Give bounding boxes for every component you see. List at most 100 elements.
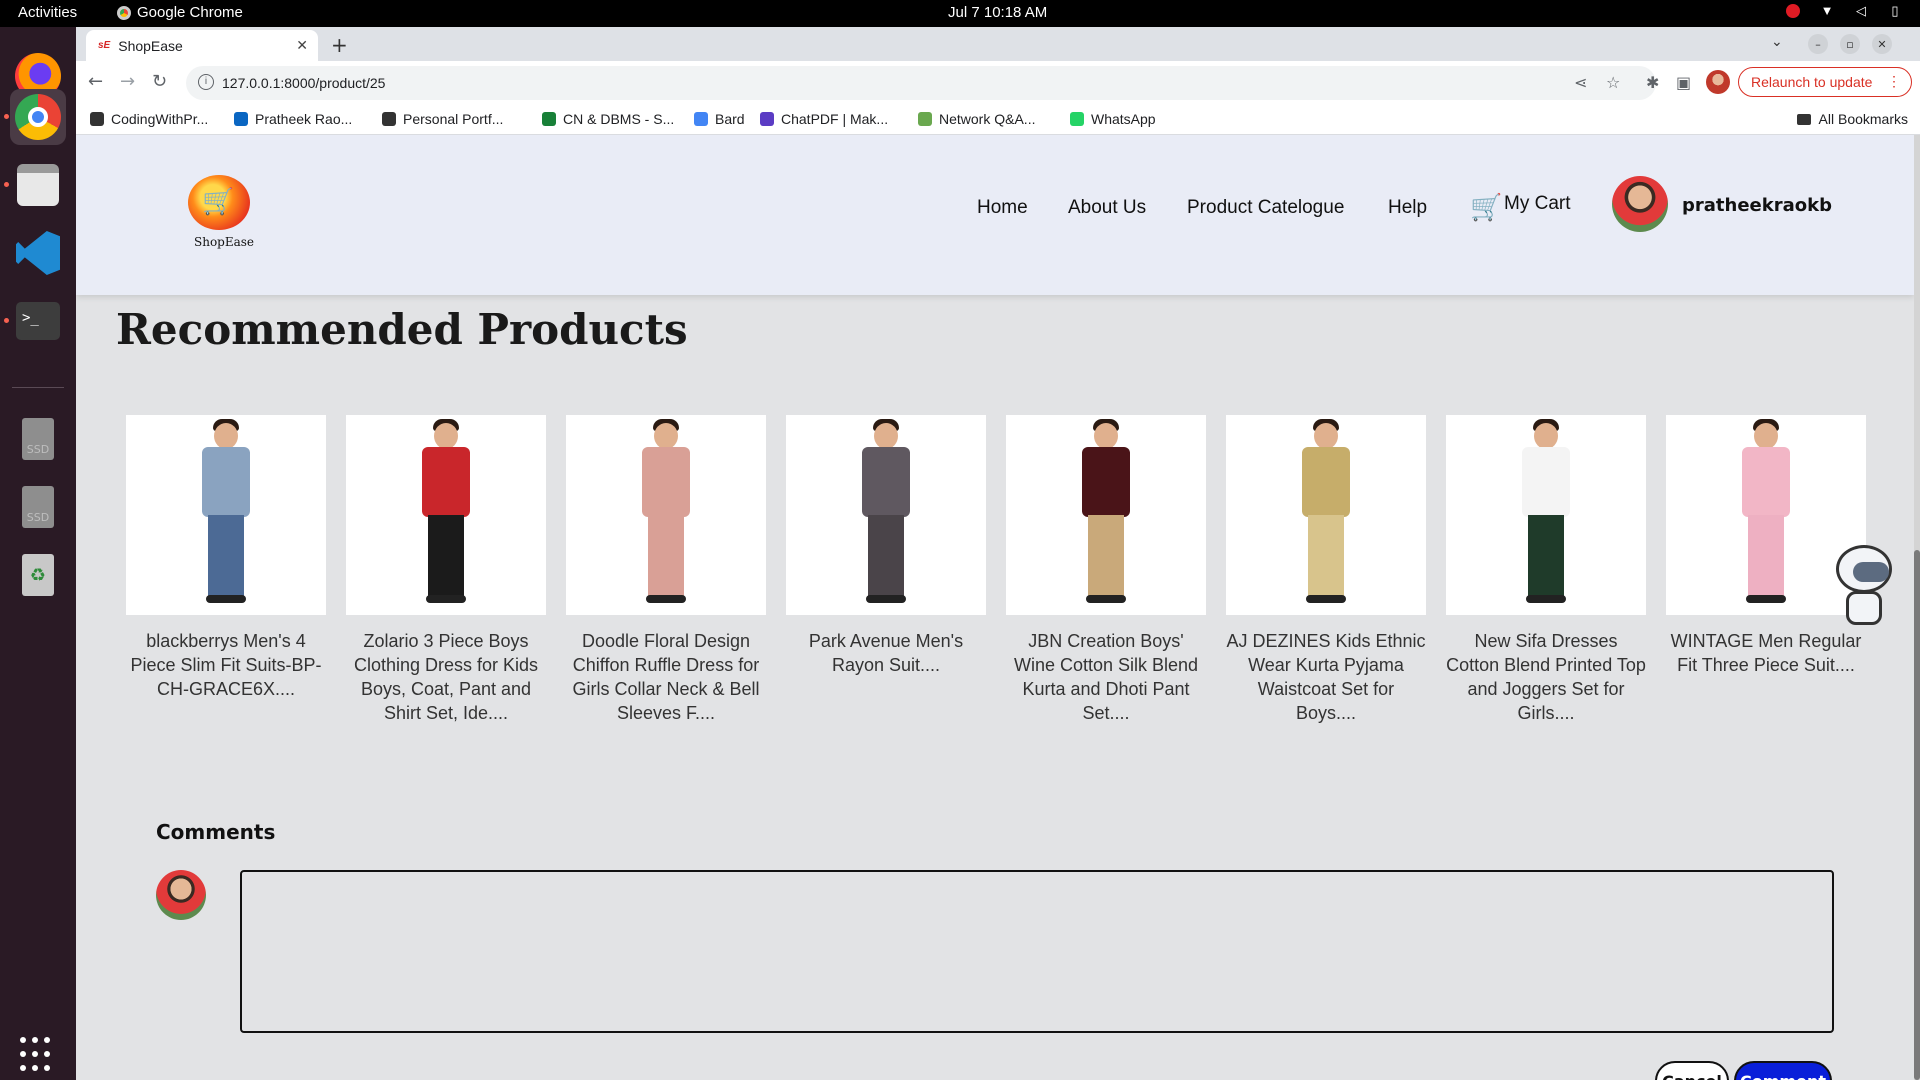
figure-torso — [202, 447, 250, 517]
bookmarks-bar: CodingWithPr... Pratheek Rao... Personal P… — [76, 105, 1920, 135]
close-window-icon[interactable]: ✕ — [1872, 34, 1892, 54]
comment-button[interactable]: Comment — [1734, 1061, 1832, 1080]
product-card[interactable]: blackberrys Men's 4 Piece Slim Fit Suits… — [126, 415, 326, 701]
all-bookmarks-label: All Bookmarks — [1818, 111, 1908, 127]
bookmark-favicon-icon — [694, 112, 708, 126]
dock: >_ SSD SSD ♻ — [0, 27, 76, 1080]
share-icon[interactable]: ⋖ — [1574, 73, 1587, 92]
product-image[interactable] — [566, 415, 766, 615]
product-name[interactable]: WINTAGE Men Regular Fit Three Piece Suit… — [1666, 629, 1866, 677]
minimize-icon[interactable]: – — [1808, 34, 1828, 54]
figure-legs — [1748, 515, 1784, 597]
bookmark-item[interactable]: WhatsApp — [1070, 111, 1156, 127]
product-name[interactable]: blackberrys Men's 4 Piece Slim Fit Suits… — [126, 629, 326, 701]
cancel-button[interactable]: Cancel — [1655, 1061, 1729, 1080]
product-card[interactable]: Park Avenue Men's Rayon Suit.... — [786, 415, 986, 677]
product-image[interactable] — [1446, 415, 1646, 615]
active-app-menu[interactable]: Google Chrome — [117, 4, 243, 21]
profile-avatar[interactable] — [1706, 70, 1730, 94]
product-card[interactable]: AJ DEZINES Kids Ethnic Wear Kurta Pyjama… — [1226, 415, 1426, 725]
product-name[interactable]: Park Avenue Men's Rayon Suit.... — [786, 629, 986, 677]
product-name[interactable]: New Sifa Dresses Cotton Blend Printed To… — [1446, 629, 1646, 725]
figure-torso — [1522, 447, 1570, 517]
product-card[interactable]: JBN Creation Boys' Wine Cotton Silk Blen… — [1006, 415, 1206, 725]
bookmark-item[interactable]: Pratheek Rao... — [234, 111, 352, 127]
dock-files[interactable] — [10, 157, 66, 213]
forward-icon[interactable]: → — [120, 71, 135, 92]
bookmark-item[interactable]: ChatPDF | Mak... — [760, 111, 888, 127]
reload-icon[interactable]: ↻ — [152, 71, 167, 92]
bookmark-label: Personal Portf... — [403, 111, 504, 127]
product-name[interactable]: AJ DEZINES Kids Ethnic Wear Kurta Pyjama… — [1226, 629, 1426, 725]
shopping-cart-icon[interactable]: 🛒 — [1470, 193, 1502, 223]
bookmark-item[interactable]: Bard — [694, 111, 745, 127]
scrollbar-thumb[interactable] — [1914, 550, 1920, 1080]
nav-my-cart[interactable]: My Cart — [1504, 193, 1571, 215]
bookmark-item[interactable]: CodingWithPr... — [90, 111, 208, 127]
restore-icon[interactable]: ▫ — [1840, 34, 1860, 54]
figure-head — [214, 423, 238, 449]
extensions-icon[interactable]: ✱ — [1646, 73, 1659, 92]
username[interactable]: pratheekraokb — [1682, 195, 1832, 216]
dock-trash[interactable]: ♻ — [10, 547, 66, 603]
product-name[interactable]: Zolario 3 Piece Boys Clothing Dress for … — [346, 629, 546, 725]
product-image[interactable] — [126, 415, 326, 615]
clock[interactable]: Jul 7 10:18 AM — [948, 4, 1047, 21]
relaunch-button[interactable]: Relaunch to update ⋮ — [1738, 67, 1912, 97]
product-card[interactable]: New Sifa Dresses Cotton Blend Printed To… — [1446, 415, 1646, 725]
figure-shoes — [1526, 595, 1566, 603]
dock-terminal[interactable]: >_ — [10, 293, 66, 349]
activities-button[interactable]: Activities — [18, 4, 77, 21]
product-image[interactable] — [346, 415, 546, 615]
dock-vscode[interactable] — [10, 225, 66, 281]
figure-legs — [1308, 515, 1344, 597]
ssd-drive-icon: SSD — [22, 486, 54, 528]
chrome-icon — [15, 94, 61, 140]
product-name[interactable]: Doodle Floral Design Chiffon Ruffle Dres… — [566, 629, 766, 725]
product-card[interactable]: Zolario 3 Piece Boys Clothing Dress for … — [346, 415, 546, 725]
dock-separator — [12, 387, 64, 388]
product-image[interactable] — [1006, 415, 1206, 615]
bookmark-star-icon[interactable]: ☆ — [1606, 73, 1620, 92]
product-name[interactable]: JBN Creation Boys' Wine Cotton Silk Blen… — [1006, 629, 1206, 725]
address-bar[interactable]: i 127.0.0.1:8000/product/25 — [186, 66, 1656, 100]
product-image[interactable] — [786, 415, 986, 615]
product-image[interactable] — [1226, 415, 1426, 615]
comment-input[interactable] — [240, 870, 1834, 1033]
dock-ssd-2[interactable]: SSD — [10, 479, 66, 535]
bookmark-label: Network Q&A... — [939, 111, 1036, 127]
new-tab-button[interactable]: + — [331, 33, 348, 57]
bookmark-favicon-icon — [1070, 112, 1084, 126]
tab-shopease[interactable]: sE ShopEase ✕ — [86, 30, 318, 61]
nav-about[interactable]: About Us — [1068, 197, 1146, 219]
volume-muted-icon: ◁ — [1856, 3, 1866, 18]
shopease-logo[interactable]: 🛒 — [188, 175, 250, 233]
nav-help[interactable]: Help — [1388, 197, 1427, 219]
bookmark-label: ChatPDF | Mak... — [781, 111, 889, 127]
bookmark-item[interactable]: CN & DBMS - S... — [542, 111, 674, 127]
chatbot-robot-icon[interactable] — [1832, 545, 1898, 627]
product-card[interactable]: Doodle Floral Design Chiffon Ruffle Dres… — [566, 415, 766, 725]
relaunch-label: Relaunch to update — [1751, 74, 1873, 90]
bookmark-item[interactable]: Personal Portf... — [382, 111, 503, 127]
tab-search-icon[interactable]: ⌄ — [1771, 34, 1783, 50]
back-icon[interactable]: ← — [88, 71, 103, 92]
bookmark-favicon-icon — [918, 112, 932, 126]
system-tray[interactable]: ▼ ◁ ▯ — [1786, 4, 1902, 18]
dock-ssd-1[interactable]: SSD — [10, 411, 66, 467]
close-tab-icon[interactable]: ✕ — [296, 37, 308, 54]
app-grid-icon[interactable] — [20, 1037, 56, 1073]
product-figure — [1736, 415, 1796, 615]
dock-chrome[interactable] — [10, 89, 66, 145]
site-info-icon[interactable]: i — [198, 74, 214, 90]
side-panel-icon[interactable]: ▣ — [1676, 73, 1691, 92]
all-bookmarks-button[interactable]: All Bookmarks — [1796, 111, 1908, 127]
tab-title: ShopEase — [118, 37, 183, 54]
battery-icon: ▯ — [1891, 3, 1899, 18]
bookmark-item[interactable]: Network Q&A... — [918, 111, 1035, 127]
robot-body — [1846, 591, 1882, 625]
nav-catalogue[interactable]: Product Catelogue — [1187, 197, 1344, 219]
figure-legs — [648, 515, 684, 597]
nav-home[interactable]: Home — [977, 197, 1028, 219]
user-avatar[interactable] — [1612, 176, 1668, 232]
